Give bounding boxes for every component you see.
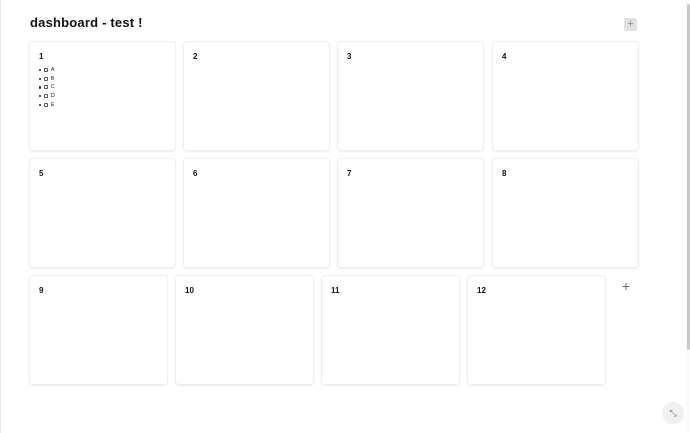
checkbox[interactable]: [44, 94, 49, 99]
dashboard-card-10[interactable]: 10: [176, 276, 313, 384]
dashboard-card-11[interactable]: 11: [322, 276, 459, 384]
dashboard-card-6[interactable]: 6: [184, 159, 329, 267]
card-number: 5: [39, 169, 44, 178]
add-card-button[interactable]: +: [620, 279, 632, 293]
checklist-item[interactable]: A: [39, 66, 55, 75]
bullet-icon: [39, 86, 42, 89]
checkbox[interactable]: [44, 68, 49, 73]
checklist: A B C D E: [39, 66, 55, 109]
dashboard-card-12[interactable]: 12: [468, 276, 605, 384]
card-number: 3: [347, 52, 352, 61]
page-title: dashboard - test !: [30, 15, 143, 30]
bullet-icon: [39, 77, 42, 80]
card-number: 6: [193, 169, 198, 178]
dashboard-card-1[interactable]: 1 A B C D E: [30, 42, 175, 150]
checklist-item-label: A: [50, 67, 55, 74]
checkbox[interactable]: [44, 85, 49, 90]
card-number: 8: [502, 169, 507, 178]
checklist-item[interactable]: B: [39, 75, 55, 84]
checklist-item[interactable]: C: [39, 83, 55, 92]
dashboard-card-3[interactable]: 3: [338, 42, 483, 150]
card-number: 4: [502, 52, 507, 61]
checklist-item-label: B: [50, 75, 55, 82]
checklist-item-label: C: [50, 84, 55, 91]
checklist-item[interactable]: D: [39, 92, 55, 101]
scrollbar-track[interactable]: [686, 0, 690, 433]
checklist-item[interactable]: E: [39, 100, 55, 109]
card-number: 10: [185, 286, 194, 295]
dashboard-card-4[interactable]: 4: [493, 42, 638, 150]
bullet-icon: [39, 103, 42, 106]
bullet-icon: [39, 94, 42, 98]
checklist-item-label: E: [50, 101, 55, 108]
checkbox[interactable]: [44, 102, 49, 107]
card-number: 12: [477, 286, 486, 295]
card-number: 11: [331, 286, 340, 295]
card-number: 7: [347, 169, 352, 178]
expand-icon[interactable]: ⤡: [663, 403, 683, 423]
dashboard-card-5[interactable]: 5: [30, 159, 175, 267]
card-number: 2: [193, 52, 198, 61]
checklist-item-label: D: [50, 93, 55, 100]
dashboard-card-8[interactable]: 8: [493, 159, 638, 267]
add-widget-button[interactable]: +: [624, 18, 637, 31]
dashboard-card-9[interactable]: 9: [30, 276, 167, 384]
dashboard-card-2[interactable]: 2: [184, 42, 329, 150]
card-number: 9: [39, 286, 44, 295]
dashboard-card-7[interactable]: 7: [338, 159, 483, 267]
bullet-icon: [39, 69, 42, 72]
card-number: 1: [39, 52, 44, 61]
checkbox[interactable]: [44, 76, 49, 81]
